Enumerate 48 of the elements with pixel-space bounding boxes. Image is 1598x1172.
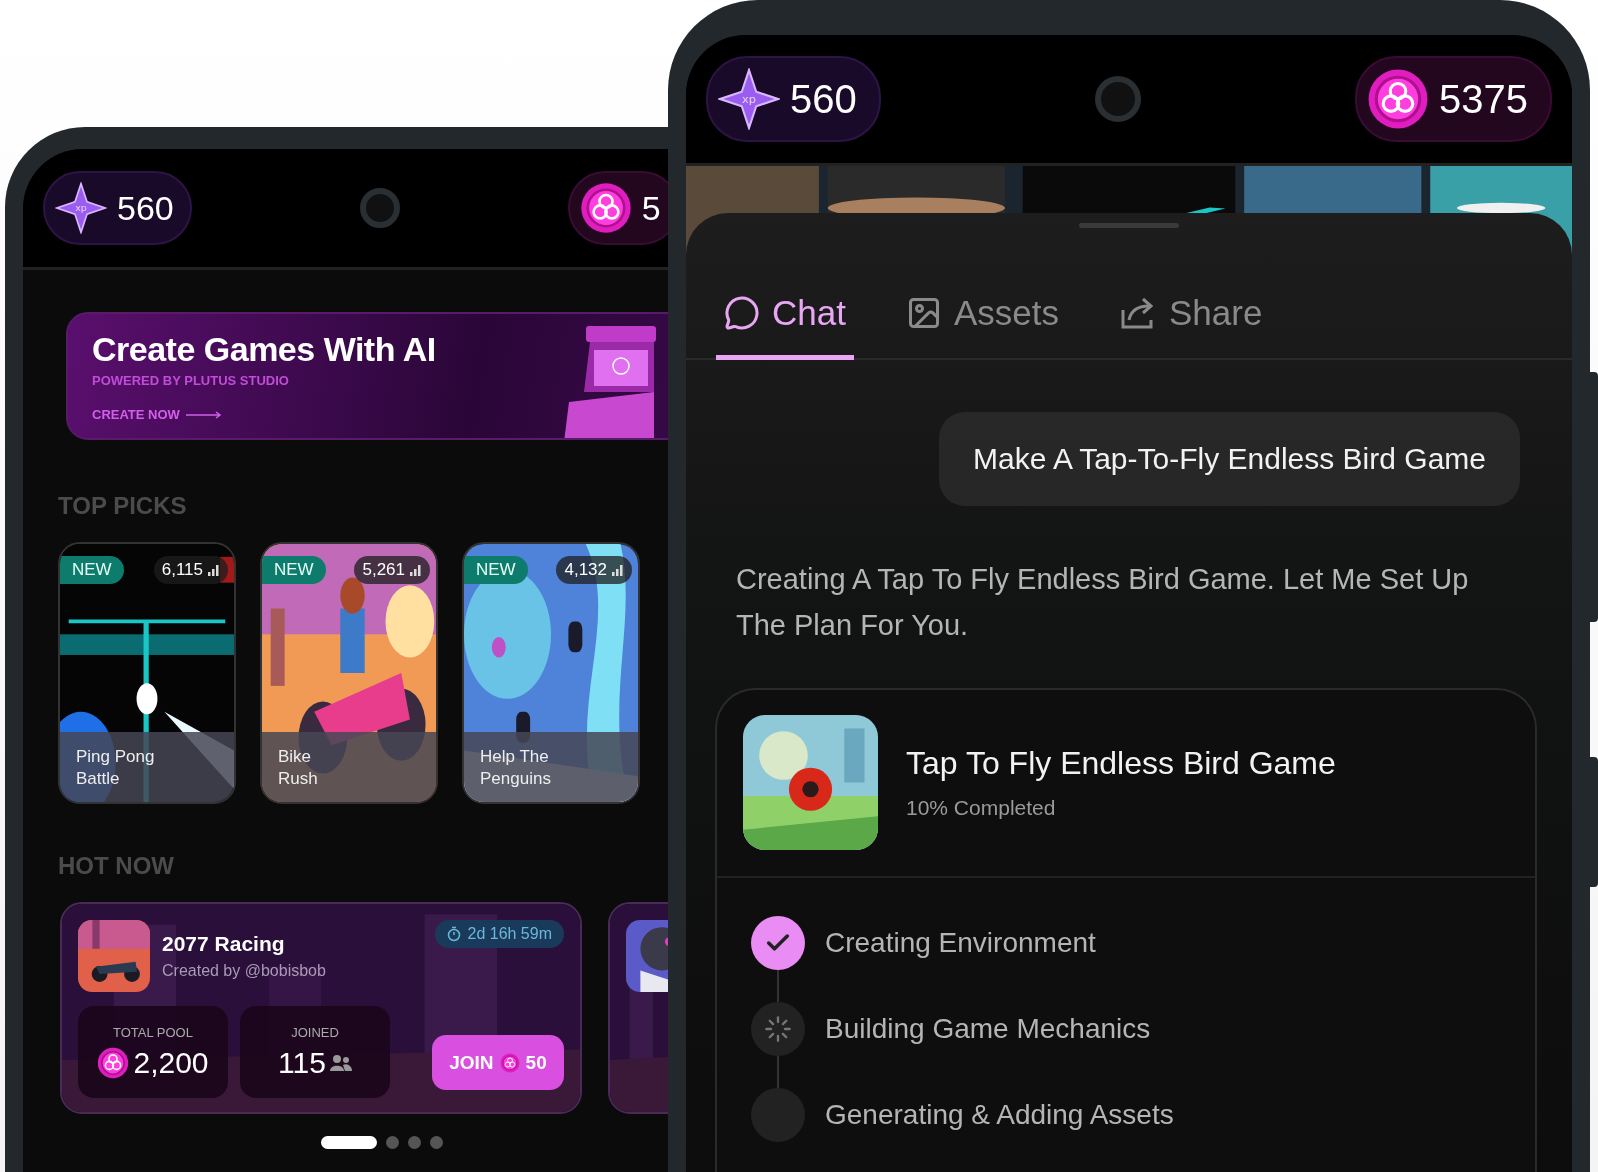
- step-label: Building Game Mechanics: [825, 1013, 1151, 1045]
- coin-icon: [579, 182, 632, 234]
- coin-counter[interactable]: 5: [567, 171, 668, 245]
- game-title: Bike Rush: [262, 732, 436, 802]
- game-card[interactable]: NEW 4,132 Help The Penguins: [462, 542, 640, 804]
- tab[interactable]: Chat: [716, 293, 854, 360]
- step-label: Creating Environment: [825, 927, 1096, 959]
- play-count: 4,132: [556, 556, 632, 584]
- game-title: Ping Pong Battle: [60, 732, 234, 802]
- coin-icon: [1367, 68, 1430, 130]
- page-dot[interactable]: [430, 1136, 443, 1149]
- page-dot[interactable]: [408, 1136, 421, 1149]
- game-card[interactable]: NEW 6,115 Ping Pong Battle: [58, 542, 236, 804]
- chat-bubble-icon: [724, 295, 760, 331]
- xp-counter[interactable]: xp 560: [706, 56, 881, 142]
- bar-chart-icon: [611, 563, 624, 577]
- game-title: Help The Penguins: [464, 732, 638, 802]
- camera-hole: [359, 188, 400, 228]
- assistant-message: Creating A Tap To Fly Endless Bird Game. Let Me Set Up The Plan For You.: [736, 562, 1470, 643]
- banner-subtitle: POWERED BY PLUTUS STUDIO: [92, 373, 290, 388]
- bar-chart-icon: [207, 563, 220, 577]
- camera-hole: [1094, 76, 1141, 122]
- new-badge: NEW: [464, 556, 528, 584]
- xp-counter[interactable]: xp 560: [43, 171, 192, 245]
- bar-chart-icon: [409, 563, 422, 577]
- page-dot[interactable]: [386, 1136, 399, 1149]
- tab[interactable]: Share: [1111, 293, 1271, 360]
- progress-label: 10% Completed: [906, 796, 1057, 820]
- step-label: Generating & Adding Assets: [825, 1099, 1174, 1131]
- section-heading: HOT NOW: [58, 852, 175, 880]
- xp-star-icon: xp: [718, 68, 780, 130]
- banner-title: Create Games With AI: [92, 330, 437, 369]
- play-count: 6,115: [153, 556, 228, 584]
- user-message: Make A Tap-To-Fly Endless Bird Game: [939, 412, 1520, 506]
- play-count: 5,261: [354, 556, 430, 584]
- xp-star-icon: xp: [55, 182, 107, 234]
- tab[interactable]: Assets: [897, 293, 1067, 360]
- game-card[interactable]: NEW 5,261 Bike Rush: [260, 542, 438, 804]
- new-badge: NEW: [60, 556, 124, 584]
- arrow-icon: [185, 410, 222, 419]
- create-now-link[interactable]: CREATE NOW: [92, 407, 222, 422]
- spinner-icon: [764, 1015, 792, 1043]
- promo-banner[interactable]: Create Games With AI POWERED BY PLUTUS STUDIO CREATE NOW: [66, 312, 668, 440]
- new-badge: NEW: [262, 556, 326, 584]
- section-heading: TOP PICKS: [58, 492, 188, 520]
- coin-counter[interactable]: 5375: [1355, 56, 1552, 142]
- drag-handle[interactable]: [1079, 223, 1179, 228]
- project-title: Tap To Fly Endless Bird Game: [906, 745, 1336, 782]
